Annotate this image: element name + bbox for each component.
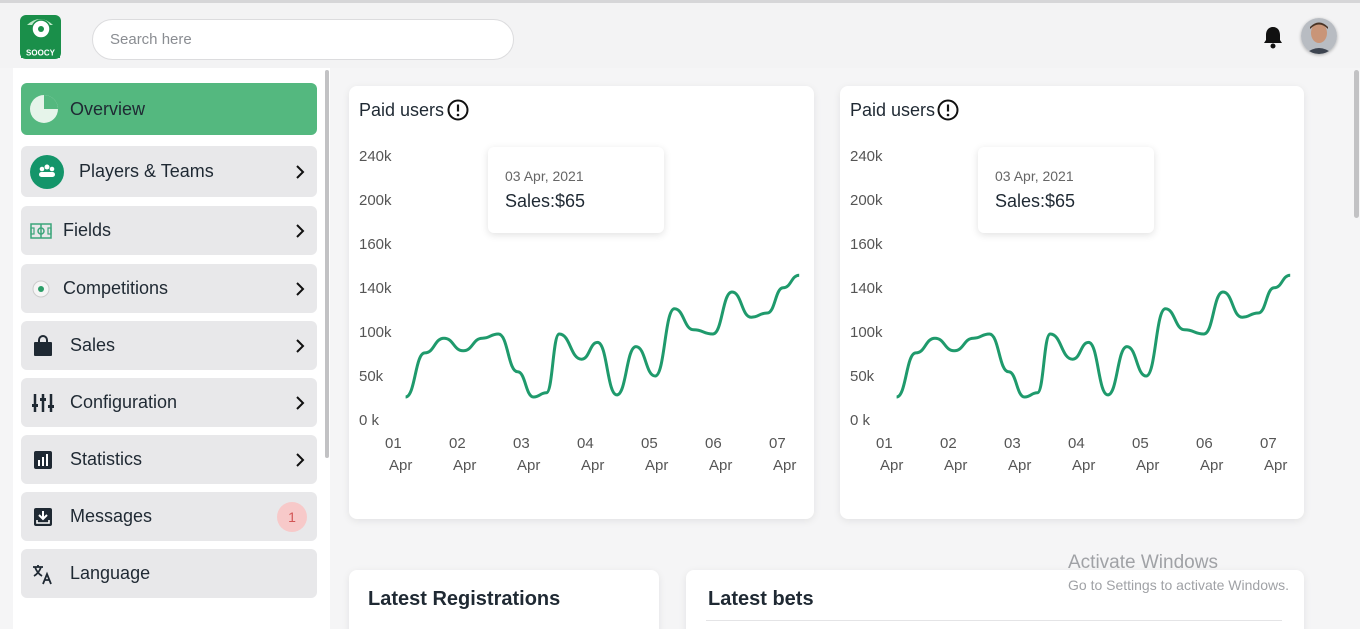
sidebar-item-label: Fields bbox=[63, 220, 112, 240]
paid-users-line bbox=[404, 273, 800, 399]
x-tick-label: 04 Apr bbox=[1068, 435, 1095, 474]
x-tick-label: 07 Apr bbox=[1260, 435, 1287, 474]
sidebar-item-language[interactable]: Language bbox=[21, 549, 317, 598]
paid-users-line bbox=[895, 273, 1291, 399]
sidebar-item-label: Configuration bbox=[70, 392, 178, 412]
y-tick-label: 100k bbox=[850, 324, 883, 341]
x-tick-label: 05 Apr bbox=[1132, 435, 1159, 474]
sidebar-item-label: Competitions bbox=[63, 278, 169, 298]
sidebar-item-label: Language bbox=[70, 563, 151, 583]
sidebar-item-label: Statistics bbox=[70, 449, 143, 469]
divider bbox=[706, 620, 1282, 621]
search-input[interactable] bbox=[92, 19, 514, 60]
latest-registrations-card: Latest Registrations bbox=[349, 570, 659, 629]
field-icon bbox=[29, 219, 53, 243]
tooltip-date: 03 Apr, 2021 bbox=[995, 168, 1074, 184]
x-tick-label: 02 Apr bbox=[449, 435, 476, 474]
page-scrollbar[interactable] bbox=[1354, 70, 1359, 218]
soocy-logo[interactable]: SOOCY bbox=[19, 11, 62, 61]
avatar[interactable] bbox=[1301, 18, 1337, 54]
y-tick-label: 200k bbox=[359, 192, 392, 209]
x-tick-label: 01 Apr bbox=[876, 435, 903, 474]
sidebar-item-competitions[interactable]: Competitions bbox=[21, 264, 317, 313]
sidebar-item-messages[interactable]: Messages 1 bbox=[21, 492, 317, 541]
x-tick-label: 07 Apr bbox=[769, 435, 796, 474]
tooltip-value: Sales:$65 bbox=[995, 191, 1076, 211]
inbox-icon bbox=[31, 505, 55, 529]
tooltip-value: Sales:$65 bbox=[505, 191, 586, 211]
chart-tooltip: 03 Apr, 2021 Sales:$65 bbox=[978, 147, 1154, 233]
sidebar-item-label: Sales bbox=[70, 335, 116, 355]
sidebar-item-players-teams[interactable]: Players & Teams bbox=[21, 146, 317, 197]
y-tick-label: 160k bbox=[359, 236, 392, 253]
x-tick-label: 03 Apr bbox=[513, 435, 540, 474]
x-tick-label: 03 Apr bbox=[1004, 435, 1031, 474]
chevron-right-icon bbox=[293, 452, 307, 467]
soccer-ball-icon bbox=[29, 277, 53, 301]
sliders-icon bbox=[31, 391, 55, 415]
chevron-right-icon bbox=[293, 223, 307, 238]
y-tick-label: 140k bbox=[359, 280, 392, 297]
sidebar-item-label: Messages bbox=[70, 506, 153, 526]
sidebar-item-overview[interactable]: Overview bbox=[21, 83, 317, 135]
x-tick-label: 05 Apr bbox=[641, 435, 668, 474]
sidebar-item-label: Players & Teams bbox=[79, 161, 214, 181]
x-tick-label: 02 Apr bbox=[940, 435, 967, 474]
chevron-right-icon bbox=[293, 281, 307, 296]
y-tick-label: 0 k bbox=[850, 412, 871, 429]
y-tick-label: 140k bbox=[850, 280, 883, 297]
y-tick-label: 160k bbox=[850, 236, 883, 253]
y-tick-label: 50k bbox=[359, 368, 384, 385]
y-tick-label: 240k bbox=[850, 148, 883, 165]
y-tick-label: 50k bbox=[850, 368, 875, 385]
paid-users-card: Paid users 240k 200k 160k 140k 100k 50k 0 k 01 A… bbox=[840, 86, 1304, 519]
sidebar-scrollbar[interactable] bbox=[325, 70, 329, 458]
unread-count-badge: 1 bbox=[277, 501, 307, 532]
x-tick-label: 06 Apr bbox=[705, 435, 732, 474]
y-tick-label: 0 k bbox=[359, 412, 380, 429]
paid-users-card: Paid users 240k 200k 160k 140k 100k 50k 0 k 01 A… bbox=[349, 86, 814, 519]
x-tick-label: 04 Apr bbox=[577, 435, 604, 474]
sidebar-item-sales[interactable]: Sales bbox=[21, 321, 317, 370]
chart-tooltip: 03 Apr, 2021 Sales:$65 bbox=[488, 147, 664, 233]
x-tick-label: 01 Apr bbox=[385, 435, 412, 474]
top-bar: SOOCY bbox=[0, 0, 1360, 68]
y-tick-label: 200k bbox=[850, 192, 883, 209]
sidebar-item-fields[interactable]: Fields bbox=[21, 206, 317, 255]
activate-windows-title: Activate Windows bbox=[1068, 552, 1218, 573]
translate-icon bbox=[31, 562, 55, 586]
bar-chart-icon bbox=[31, 448, 55, 472]
y-tick-label: 100k bbox=[359, 324, 392, 341]
sidebar-item-configuration[interactable]: Configuration bbox=[21, 378, 317, 427]
bell-icon[interactable] bbox=[1262, 25, 1284, 49]
team-icon bbox=[30, 154, 64, 189]
activate-windows-subtitle: Go to Settings to activate Windows. bbox=[1068, 577, 1289, 593]
y-tick-label: 240k bbox=[359, 148, 392, 165]
x-tick-label: 06 Apr bbox=[1196, 435, 1223, 474]
logo-text: SOOCY bbox=[26, 49, 56, 58]
sidebar-item-statistics[interactable]: Statistics bbox=[21, 435, 317, 484]
chevron-right-icon bbox=[293, 395, 307, 410]
pie-chart-icon bbox=[29, 94, 59, 124]
chevron-right-icon bbox=[293, 164, 307, 179]
section-title: Latest bets bbox=[708, 588, 814, 610]
shopping-bag-icon bbox=[31, 334, 55, 358]
sidebar-item-label: Overview bbox=[70, 98, 146, 119]
section-title: Latest Registrations bbox=[368, 588, 561, 610]
chevron-right-icon bbox=[293, 338, 307, 353]
tooltip-date: 03 Apr, 2021 bbox=[505, 168, 584, 184]
